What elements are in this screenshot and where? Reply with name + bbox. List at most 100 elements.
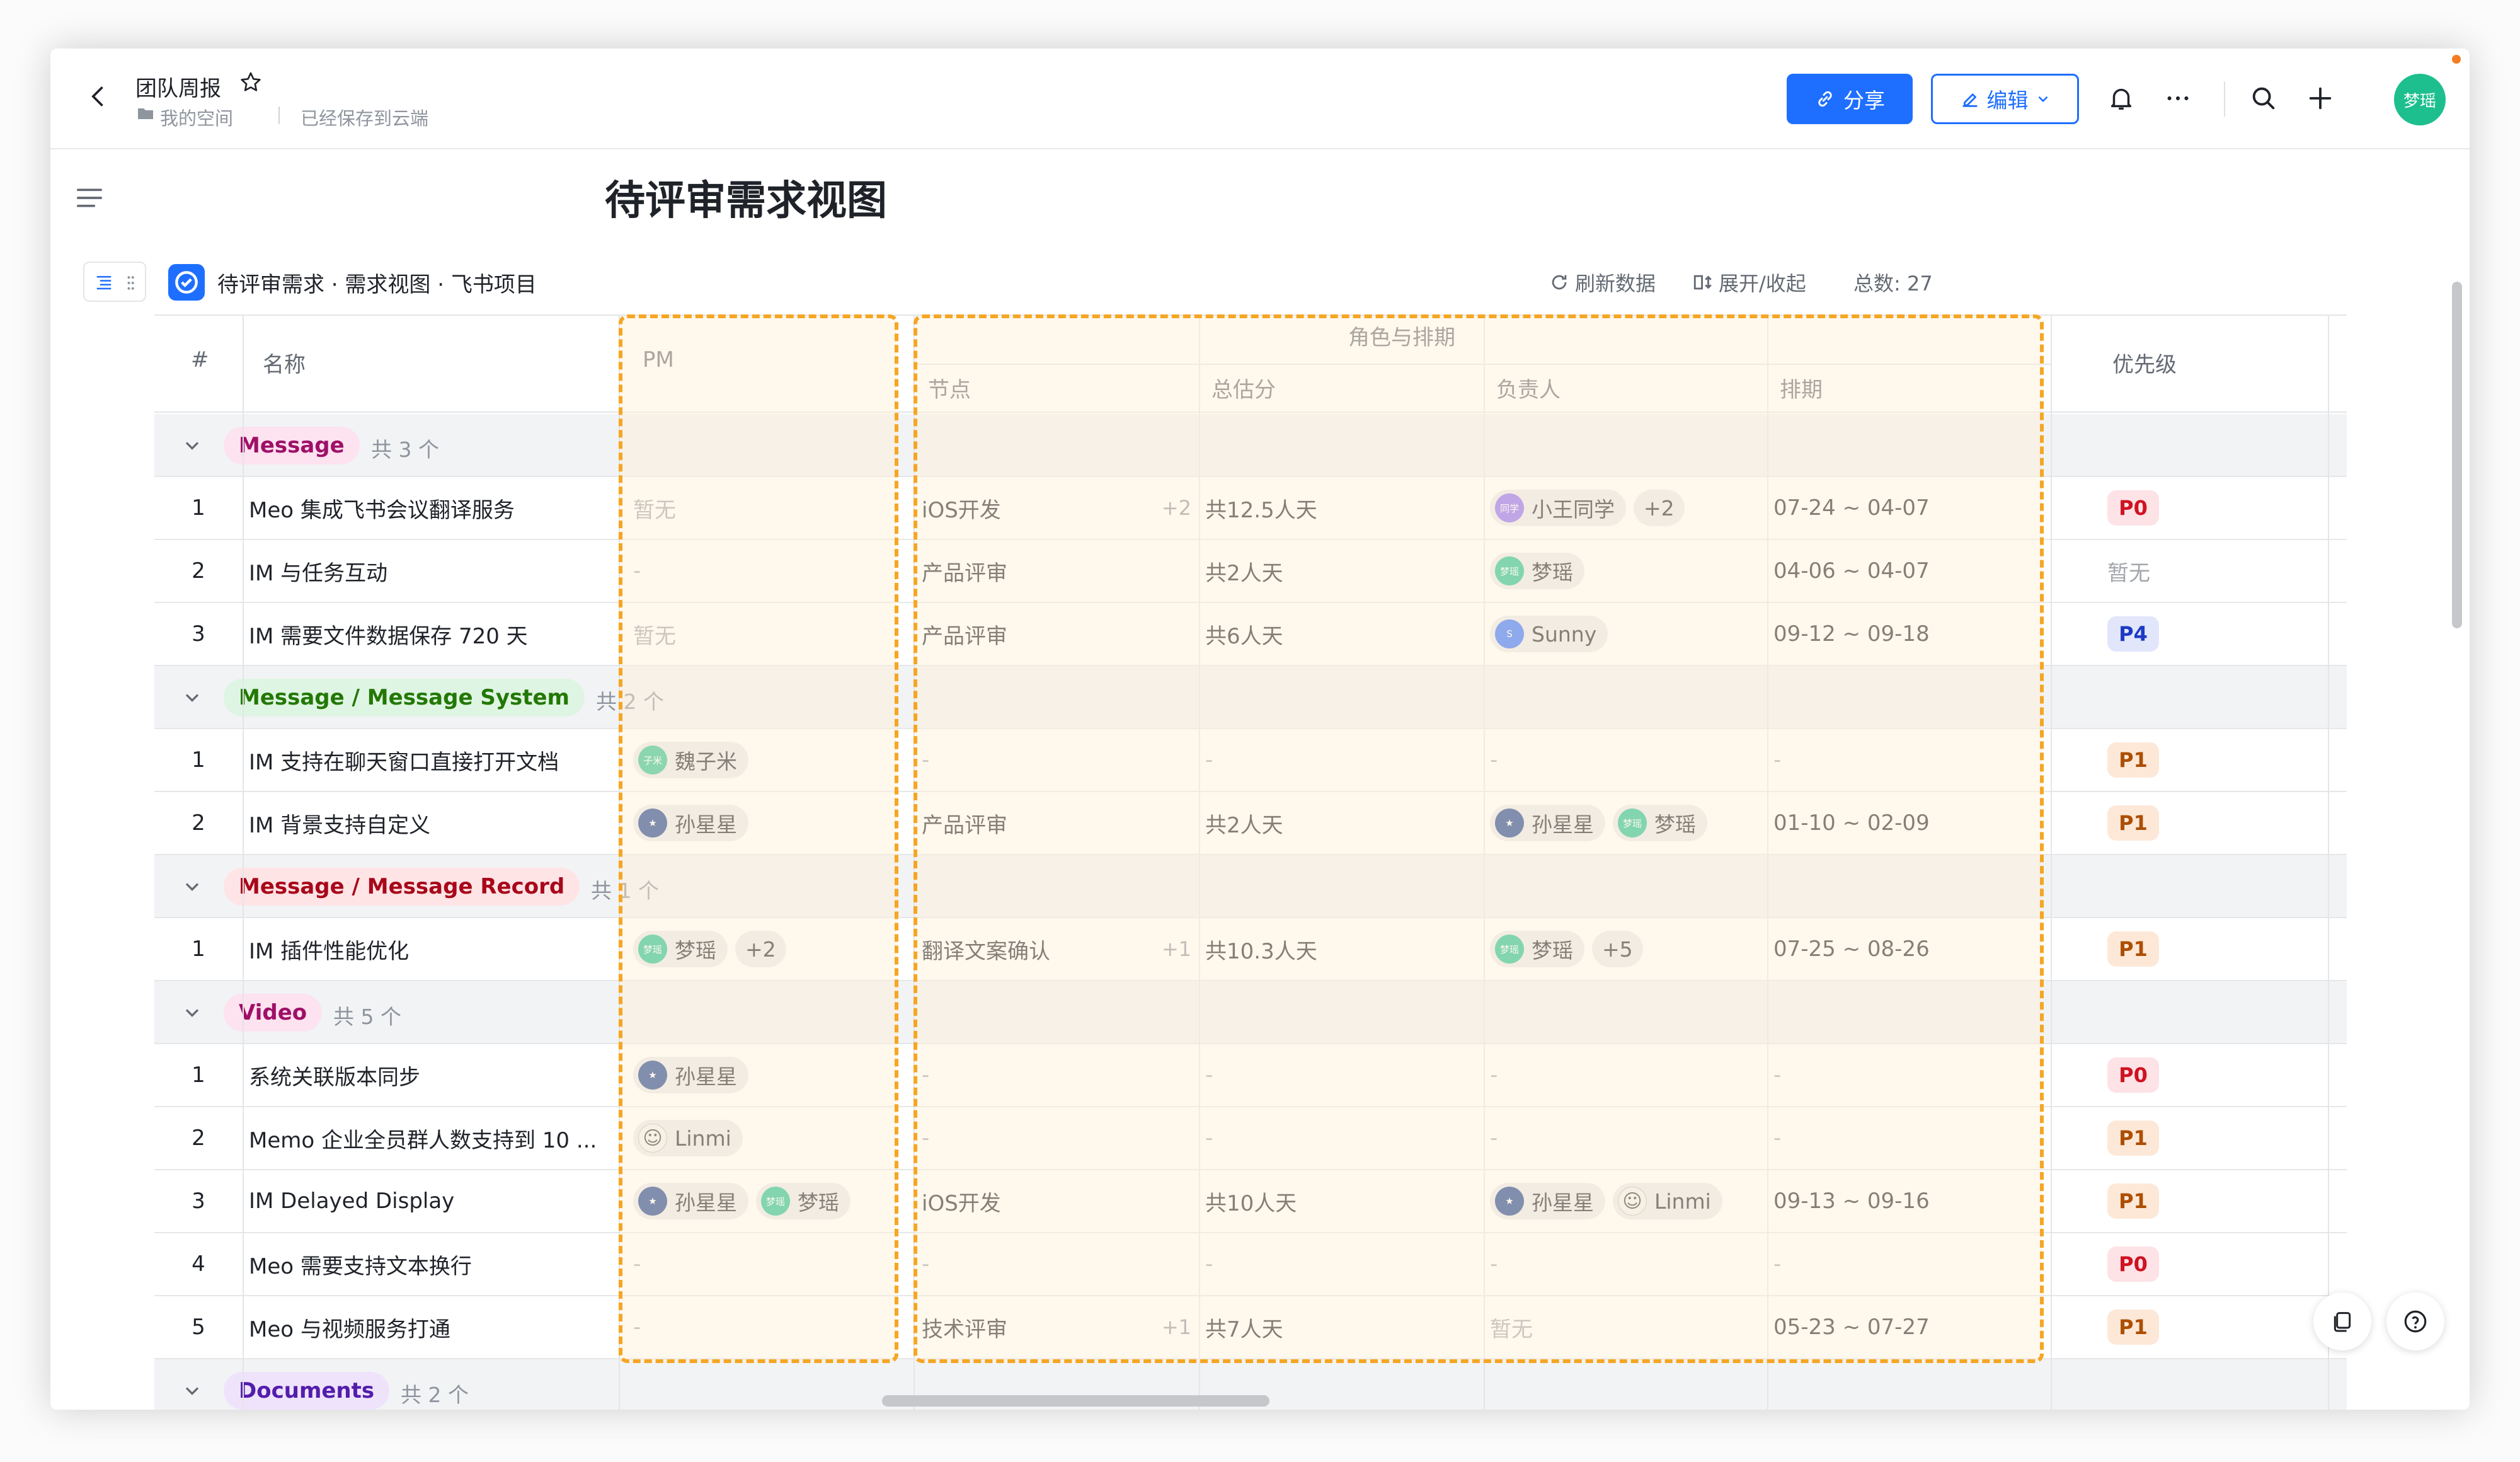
- pm-cell[interactable]: 暂无: [633, 477, 895, 539]
- estimate-cell[interactable]: -: [1205, 1233, 1489, 1295]
- node-cell[interactable]: -: [922, 1044, 1205, 1106]
- more-people-badge[interactable]: +2: [1634, 490, 1685, 526]
- node-cell[interactable]: 技术评审 +1: [922, 1296, 1205, 1358]
- group-row[interactable]: Message / Message Record 共 1 个: [154, 855, 2347, 918]
- search-icon[interactable]: [2249, 84, 2278, 113]
- person-chip[interactable]: ★ 孙星星: [633, 1183, 748, 1219]
- requirement-name[interactable]: IM 与任务互动: [249, 540, 630, 602]
- star-icon[interactable]: [238, 70, 263, 95]
- table-row[interactable]: 5 Meo 与视频服务打通 - 技术评审 +1 共7人天 暂无 05-23 ~ 0…: [154, 1296, 2347, 1359]
- estimate-cell[interactable]: 共7人天: [1205, 1296, 1489, 1358]
- schedule-cell[interactable]: 01-10 ~ 02-09: [1773, 792, 2051, 854]
- schedule-cell[interactable]: -: [1773, 729, 2051, 791]
- vertical-scrollbar[interactable]: [2452, 282, 2462, 628]
- priority-badge[interactable]: P0: [2107, 490, 2159, 526]
- estimate-cell[interactable]: 共12.5人天: [1205, 477, 1489, 539]
- owner-cell[interactable]: 梦瑶 梦瑶 +5: [1490, 918, 1773, 980]
- estimate-cell[interactable]: -: [1205, 729, 1489, 791]
- chevron-down-icon[interactable]: [181, 1379, 203, 1402]
- node-cell[interactable]: iOS开发: [922, 1170, 1205, 1232]
- node-cell[interactable]: -: [922, 1233, 1205, 1295]
- table-row[interactable]: 3 IM Delayed Display ★ 孙星星 梦瑶 梦瑶 iOS开发 共10人…: [154, 1170, 2347, 1233]
- person-chip[interactable]: 梦瑶 梦瑶: [1490, 553, 1584, 589]
- priority-cell[interactable]: P1: [2107, 1107, 2296, 1169]
- schedule-cell[interactable]: 09-12 ~ 09-18: [1773, 603, 2051, 665]
- person-chip[interactable]: ☺ Linmi: [1613, 1183, 1722, 1219]
- more-options-icon[interactable]: [2163, 84, 2192, 113]
- plus-icon[interactable]: [2306, 84, 2335, 113]
- refresh-data-button[interactable]: 刷新数据: [1549, 268, 1656, 297]
- pm-cell[interactable]: 梦瑶 梦瑶 +2: [633, 918, 895, 980]
- requirement-name[interactable]: IM 支持在聊天窗口直接打开文档: [249, 729, 630, 791]
- priority-badge[interactable]: P1: [2107, 805, 2159, 841]
- priority-cell[interactable]: P4: [2107, 603, 2296, 665]
- pm-cell[interactable]: 子米 魏子米: [633, 729, 895, 791]
- priority-cell[interactable]: P1: [2107, 1170, 2296, 1232]
- schedule-cell[interactable]: 09-13 ~ 09-16: [1773, 1170, 2051, 1232]
- help-button[interactable]: [2386, 1292, 2444, 1350]
- more-people-badge[interactable]: +2: [735, 931, 786, 967]
- owner-cell[interactable]: S Sunny: [1490, 603, 1773, 665]
- priority-cell[interactable]: P0: [2107, 1233, 2296, 1295]
- priority-badge[interactable]: P1: [2107, 1120, 2159, 1156]
- person-chip[interactable]: 梦瑶 梦瑶: [1613, 805, 1707, 841]
- schedule-cell[interactable]: 05-23 ~ 07-27: [1773, 1296, 2051, 1358]
- pm-cell[interactable]: -: [633, 1233, 895, 1295]
- estimate-cell[interactable]: 共2人天: [1205, 792, 1489, 854]
- group-row[interactable]: Message 共 3 个: [154, 414, 2347, 477]
- outline-menu-icon[interactable]: [76, 185, 103, 210]
- priority-cell[interactable]: P1: [2107, 918, 2296, 980]
- table-row[interactable]: 1 系统关联版本同步 ★ 孙星星 - - - - P0: [154, 1044, 2347, 1107]
- priority-cell[interactable]: P1: [2107, 729, 2296, 791]
- pm-cell[interactable]: ★ 孙星星 梦瑶 梦瑶: [633, 1170, 895, 1232]
- col-node-header[interactable]: 节点: [928, 372, 971, 403]
- requirement-name[interactable]: IM 背景支持自定义: [249, 792, 630, 854]
- owner-cell[interactable]: -: [1490, 1107, 1773, 1169]
- person-chip[interactable]: ☺ Linmi: [633, 1120, 743, 1156]
- person-chip[interactable]: ★ 孙星星: [1490, 1183, 1605, 1219]
- schedule-cell[interactable]: 07-24 ~ 04-07: [1773, 477, 2051, 539]
- requirement-name[interactable]: IM 需要文件数据保存 720 天: [249, 603, 630, 665]
- col-pm-header[interactable]: PM: [643, 347, 674, 372]
- node-cell[interactable]: 产品评审: [922, 603, 1205, 665]
- table-row[interactable]: 2 IM 与任务互动 - 产品评审 共2人天 梦瑶 梦瑶 04-06 ~ 04-0…: [154, 540, 2347, 603]
- more-people-badge[interactable]: +5: [1592, 931, 1643, 967]
- requirement-name[interactable]: IM 插件性能优化: [249, 918, 630, 980]
- chevron-down-icon[interactable]: [181, 686, 203, 709]
- owner-cell[interactable]: ★ 孙星星 ☺ Linmi: [1490, 1170, 1773, 1232]
- schedule-cell[interactable]: -: [1773, 1044, 2051, 1106]
- chevron-down-icon[interactable]: [181, 1001, 203, 1024]
- node-cell[interactable]: -: [922, 1107, 1205, 1169]
- person-chip[interactable]: ★ 孙星星: [633, 1057, 748, 1093]
- person-chip[interactable]: ★ 孙星星: [1490, 805, 1605, 841]
- estimate-cell[interactable]: 共6人天: [1205, 603, 1489, 665]
- node-cell[interactable]: -: [922, 729, 1205, 791]
- chevron-down-icon[interactable]: [181, 875, 203, 898]
- owner-cell[interactable]: -: [1490, 1233, 1773, 1295]
- block-handle[interactable]: [83, 262, 146, 302]
- owner-cell[interactable]: 暂无: [1490, 1296, 1773, 1358]
- priority-badge[interactable]: P0: [2107, 1246, 2159, 1282]
- pm-cell[interactable]: ★ 孙星星: [633, 792, 895, 854]
- priority-cell[interactable]: P1: [2107, 1296, 2296, 1358]
- pm-cell[interactable]: 暂无: [633, 603, 895, 665]
- owner-cell[interactable]: ★ 孙星星 梦瑶 梦瑶: [1490, 792, 1773, 854]
- space-breadcrumb[interactable]: 我的空间: [160, 104, 233, 130]
- owner-cell[interactable]: 梦瑶 梦瑶: [1490, 540, 1773, 602]
- node-cell[interactable]: 产品评审: [922, 540, 1205, 602]
- priority-badge[interactable]: P1: [2107, 742, 2159, 778]
- table-row[interactable]: 1 IM 支持在聊天窗口直接打开文档 子米 魏子米 - - - - P1: [154, 729, 2347, 792]
- owner-cell[interactable]: 同学 小王同学 +2: [1490, 477, 1773, 539]
- page-title[interactable]: 待评审需求视图: [605, 168, 887, 226]
- pm-cell[interactable]: -: [633, 1296, 895, 1358]
- table-row[interactable]: 1 IM 插件性能优化 梦瑶 梦瑶 +2 翻译文案确认 +1 共10.3人天 梦瑶 梦瑶…: [154, 918, 2347, 981]
- estimate-cell[interactable]: -: [1205, 1044, 1489, 1106]
- table-row[interactable]: 3 IM 需要文件数据保存 720 天 暂无 产品评审 共6人天 S Sunny …: [154, 603, 2347, 666]
- chevron-down-icon[interactable]: [181, 434, 203, 457]
- requirement-name[interactable]: Meo 集成飞书会议翻译服务: [249, 477, 630, 539]
- node-cell[interactable]: 翻译文案确认 +1: [922, 918, 1205, 980]
- edit-button[interactable]: 编辑: [1931, 74, 2079, 124]
- requirement-name[interactable]: IM Delayed Display: [249, 1170, 630, 1232]
- person-chip[interactable]: 梦瑶 梦瑶: [756, 1183, 850, 1219]
- group-row[interactable]: Video 共 5 个: [154, 981, 2347, 1044]
